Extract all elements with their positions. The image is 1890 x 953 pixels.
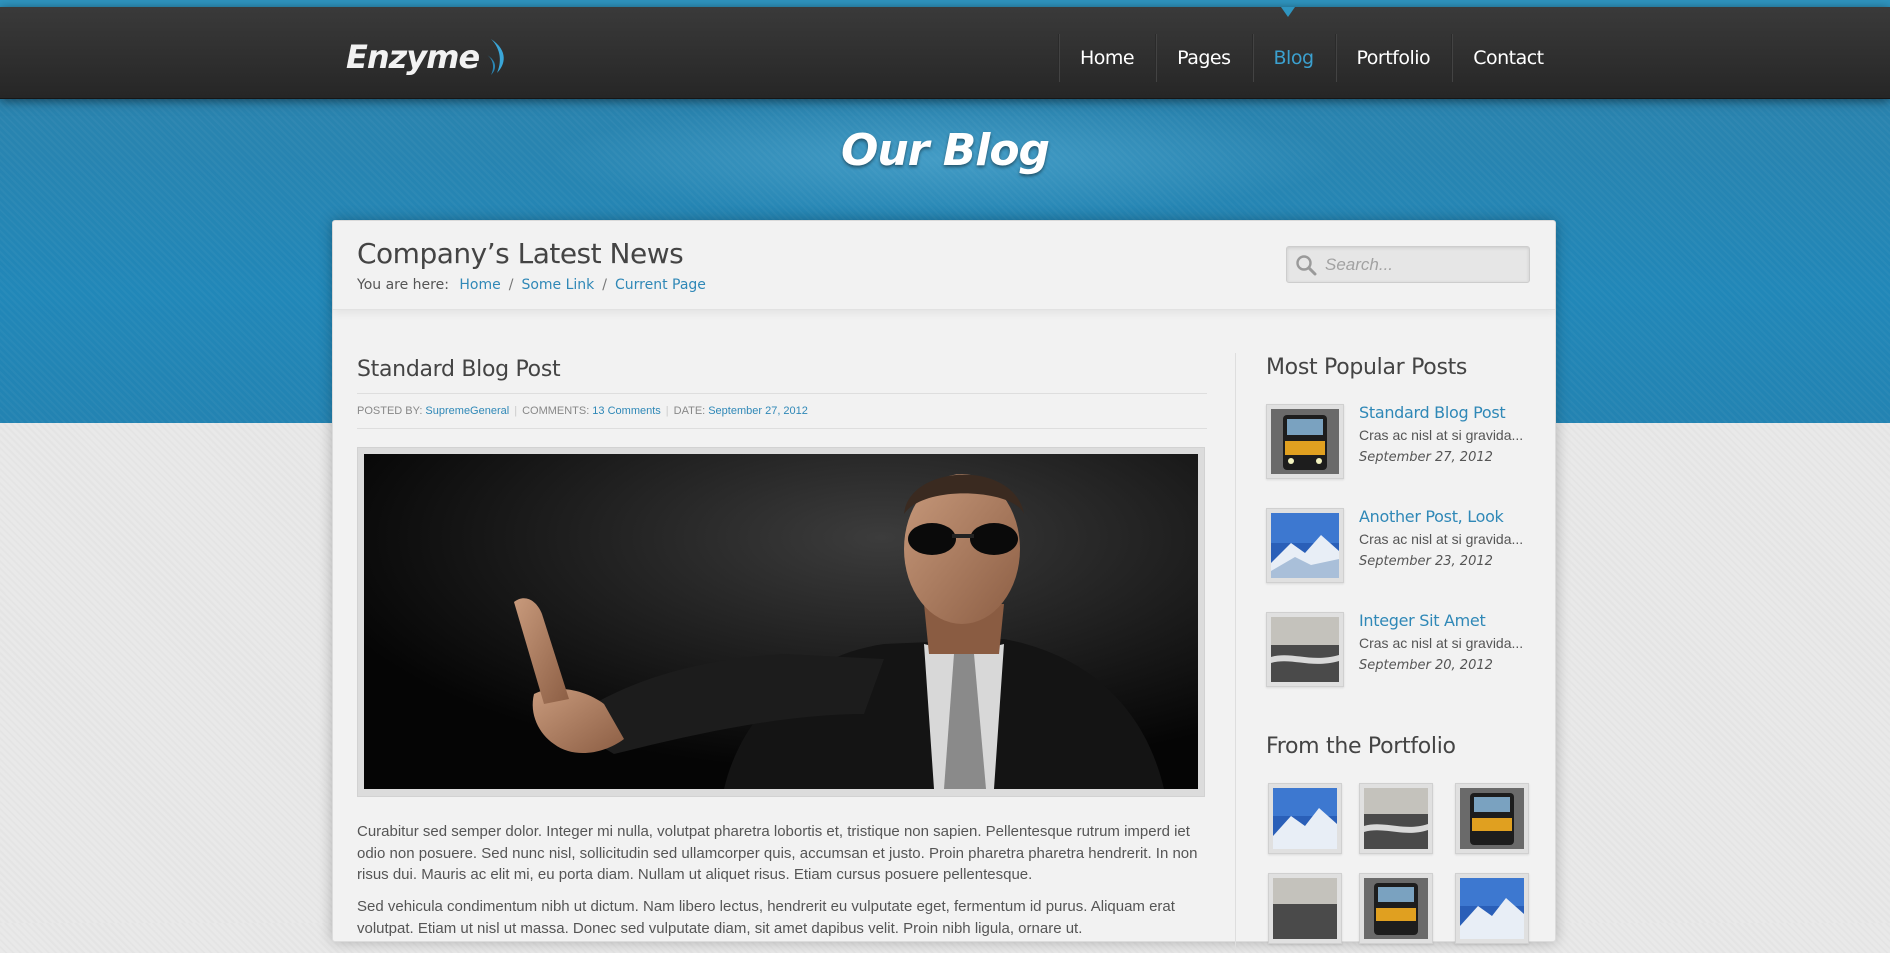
breadcrumb-separator: / bbox=[602, 277, 607, 293]
site-header: Enzyme Home Pages Blog Portfolio Contact bbox=[0, 7, 1890, 99]
banner-title: Our Blog bbox=[840, 125, 1050, 176]
mountain-thumbnail-icon bbox=[1460, 878, 1524, 939]
popular-post-title[interactable]: Standard Blog Post bbox=[1359, 403, 1506, 422]
search-icon[interactable] bbox=[1295, 254, 1317, 276]
post-image-frame bbox=[357, 447, 1205, 797]
popular-post-thumbnail[interactable] bbox=[1266, 404, 1344, 479]
logo-text: Enzyme bbox=[346, 38, 480, 76]
portfolio-thumbnail[interactable] bbox=[1359, 873, 1433, 944]
popular-post-date: September 27, 2012 bbox=[1359, 450, 1493, 465]
portfolio-thumbnail[interactable] bbox=[1455, 873, 1529, 944]
top-accent-line bbox=[0, 0, 1890, 7]
content-panel: Company’s Latest News You are here: Home… bbox=[332, 220, 1556, 953]
nav-portfolio[interactable]: Portfolio bbox=[1334, 34, 1452, 82]
post-meta: POSTED BY: SupremeGeneral | COMMENTS: 13 Com… bbox=[357, 393, 1207, 429]
nav-pages[interactable]: Pages bbox=[1155, 34, 1251, 82]
breadcrumb-current[interactable]: Current Page bbox=[615, 277, 706, 293]
page-title: Company’s Latest News bbox=[357, 237, 684, 270]
portfolio-thumbnail[interactable] bbox=[1268, 873, 1342, 944]
mountain-thumbnail-icon bbox=[1271, 513, 1339, 578]
meta-comments-label: COMMENTS: bbox=[522, 405, 590, 417]
train-thumbnail-icon bbox=[1364, 878, 1428, 939]
popular-posts-title: Most Popular Posts bbox=[1266, 355, 1468, 380]
logo[interactable]: Enzyme bbox=[346, 37, 511, 77]
post-featured-image[interactable] bbox=[364, 454, 1198, 789]
meta-divider: | bbox=[665, 405, 669, 417]
sea-thumbnail-icon bbox=[1271, 617, 1339, 682]
popular-post-item[interactable]: Standard Blog Post Cras ac nisl at si gr… bbox=[1266, 403, 1536, 484]
breadcrumb-some-link[interactable]: Some Link bbox=[521, 277, 594, 293]
meta-author-link[interactable]: SupremeGeneral bbox=[425, 405, 509, 417]
popular-post-title[interactable]: Another Post, Look bbox=[1359, 507, 1504, 526]
sea-thumbnail-icon bbox=[1364, 788, 1428, 849]
breadcrumb-separator: / bbox=[508, 277, 514, 293]
main-nav: Home Pages Blog Portfolio Contact bbox=[1058, 34, 1565, 84]
train-thumbnail-icon bbox=[1460, 788, 1524, 849]
breadcrumb: You are here: Home / Some Link / Current Pag… bbox=[357, 277, 706, 293]
post-paragraph: Sed vehicula condimentum nibh ut dictum.… bbox=[357, 898, 1175, 937]
popular-post-thumbnail[interactable] bbox=[1266, 612, 1344, 687]
meta-comments-link[interactable]: 13 Comments bbox=[592, 405, 660, 417]
search-input[interactable] bbox=[1323, 252, 1523, 278]
column-divider bbox=[1235, 353, 1236, 953]
popular-post-excerpt: Cras ac nisl at si gravida... bbox=[1359, 531, 1524, 547]
meta-divider: | bbox=[514, 405, 518, 417]
mountain-thumbnail-icon bbox=[1273, 788, 1337, 849]
popular-post-item[interactable]: Another Post, Look Cras ac nisl at si gr… bbox=[1266, 507, 1536, 588]
meta-date-link[interactable]: September 27, 2012 bbox=[708, 405, 808, 417]
nav-home[interactable]: Home bbox=[1058, 34, 1155, 82]
portfolio-thumbnail[interactable] bbox=[1359, 783, 1433, 854]
logo-swoosh-icon bbox=[487, 39, 504, 75]
portfolio-thumbnail[interactable] bbox=[1455, 783, 1529, 854]
popular-post-item[interactable]: Integer Sit Amet Cras ac nisl at si grav… bbox=[1266, 611, 1536, 692]
popular-post-excerpt: Cras ac nisl at si gravida... bbox=[1359, 427, 1524, 443]
breadcrumb-home[interactable]: Home bbox=[459, 277, 500, 293]
popular-post-thumbnail[interactable] bbox=[1266, 508, 1344, 583]
portfolio-widget-title: From the Portfolio bbox=[1266, 734, 1456, 759]
post-title[interactable]: Standard Blog Post bbox=[357, 357, 561, 382]
popular-post-excerpt: Cras ac nisl at si gravida... bbox=[1359, 635, 1524, 651]
sea-thumbnail-icon bbox=[1273, 878, 1337, 939]
active-nav-marker-icon bbox=[1281, 7, 1295, 17]
nav-blog[interactable]: Blog bbox=[1251, 34, 1335, 82]
train-thumbnail-icon bbox=[1271, 409, 1339, 474]
page-header: Company’s Latest News You are here: Home… bbox=[333, 221, 1555, 310]
portfolio-thumbnail[interactable] bbox=[1268, 783, 1342, 854]
nav-contact[interactable]: Contact bbox=[1451, 34, 1564, 82]
breadcrumb-prefix: You are here: bbox=[357, 277, 449, 293]
post-paragraph: Curabitur sed semper dolor. Integer mi n… bbox=[357, 823, 1198, 883]
popular-post-date: September 23, 2012 bbox=[1359, 554, 1493, 569]
meta-posted-by-label: POSTED BY: bbox=[357, 405, 423, 417]
search-box bbox=[1286, 246, 1530, 283]
popular-post-title[interactable]: Integer Sit Amet bbox=[1359, 611, 1486, 630]
popular-post-date: September 20, 2012 bbox=[1359, 658, 1493, 673]
meta-date-label: DATE: bbox=[673, 405, 706, 417]
